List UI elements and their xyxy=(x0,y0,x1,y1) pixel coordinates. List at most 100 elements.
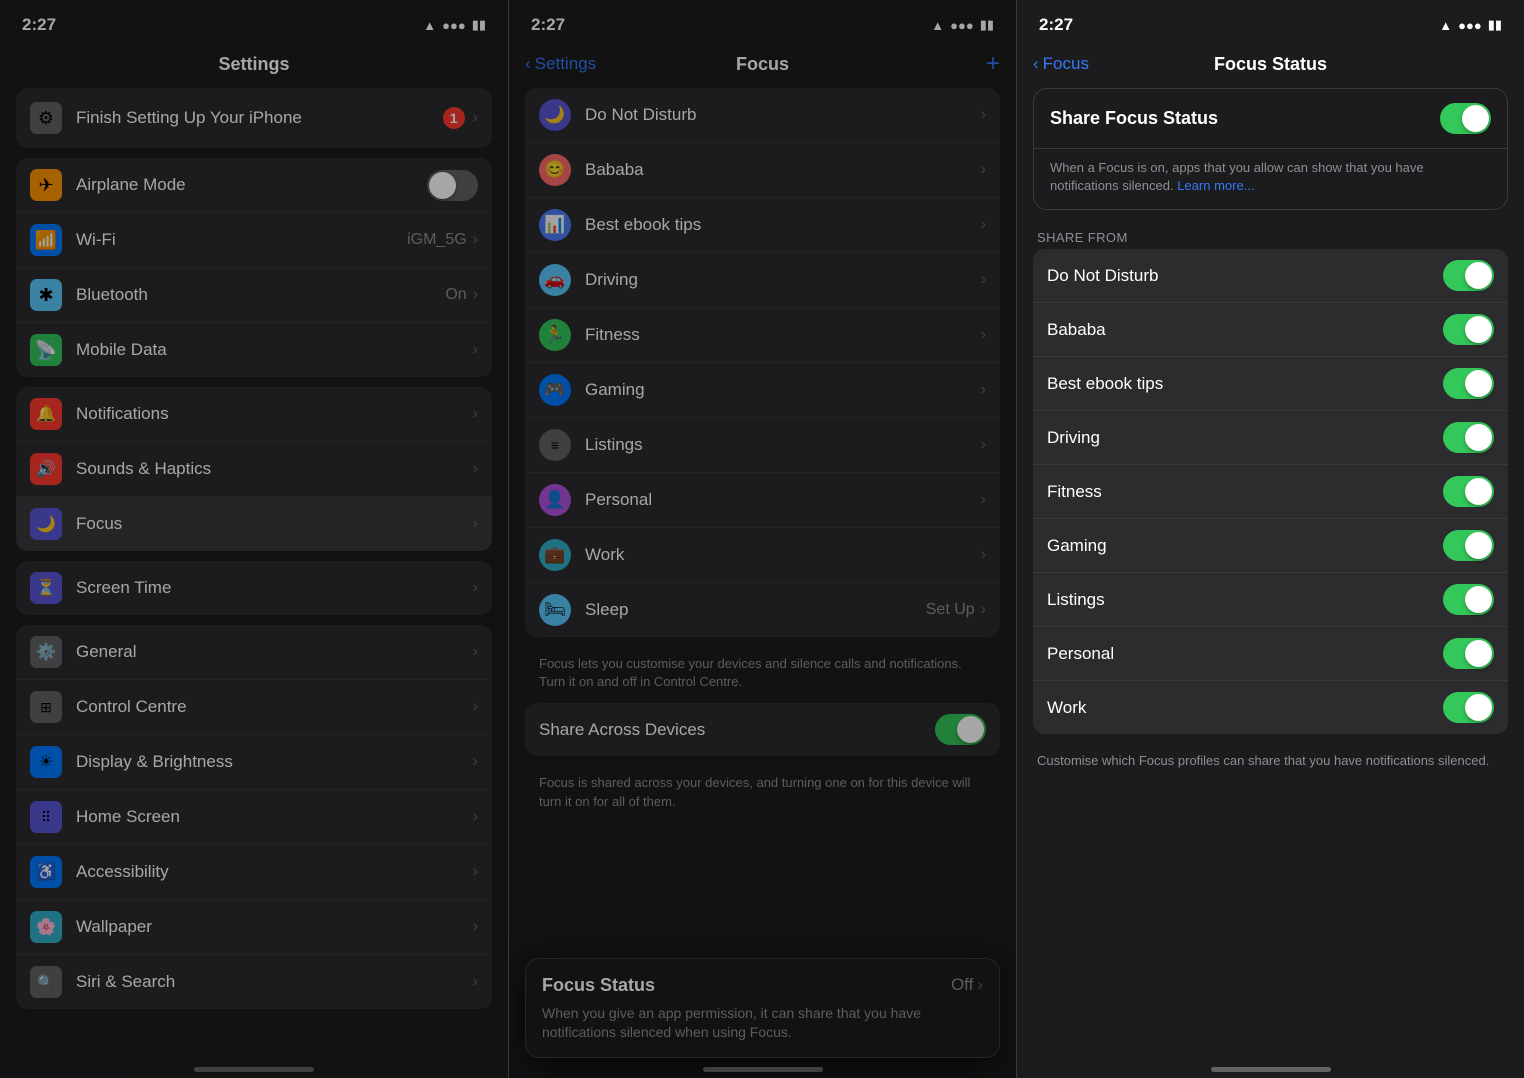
accessibility-chevron: › xyxy=(473,863,478,881)
homescreen-label: Home Screen xyxy=(76,807,473,827)
focus-listings-item[interactable]: ≡ Listings › xyxy=(525,418,1000,473)
screentime-icon: ⏳ xyxy=(30,572,62,604)
siri-item[interactable]: 🔍 Siri & Search › xyxy=(16,955,492,1009)
wallpaper-chevron: › xyxy=(473,918,478,936)
signal-icon-2: ●●● xyxy=(950,18,974,33)
focus-personal-item[interactable]: 👤 Personal › xyxy=(525,473,1000,528)
share-across-label: Share Across Devices xyxy=(539,720,935,740)
bluetooth-chevron: › xyxy=(473,286,478,304)
sf-driving[interactable]: Driving xyxy=(1033,411,1508,465)
accessibility-label: Accessibility xyxy=(76,862,473,882)
add-icon: + xyxy=(986,50,1000,77)
screentime-chevron: › xyxy=(473,579,478,597)
gaming-chevron: › xyxy=(981,381,986,399)
focus-donotdisturb-item[interactable]: 🌙 Do Not Disturb › xyxy=(525,88,1000,143)
learn-more-link[interactable]: Learn more... xyxy=(1177,178,1254,193)
sf-work-toggle[interactable] xyxy=(1443,692,1494,723)
focus-item[interactable]: 🌙 Focus › xyxy=(16,497,492,551)
bluetooth-value: On xyxy=(445,286,466,304)
finish-banner[interactable]: ⚙ Finish Setting Up Your iPhone 1 › xyxy=(16,88,492,148)
sf-personal-toggle[interactable] xyxy=(1443,638,1494,669)
mobiledata-icon: 📡 xyxy=(30,334,62,366)
work-chevron: › xyxy=(981,546,986,564)
sf-donotdisturb-toggle[interactable] xyxy=(1443,260,1494,291)
gaming-label: Gaming xyxy=(585,380,981,400)
sf-fitness-toggle[interactable] xyxy=(1443,476,1494,507)
wifi-item[interactable]: 📶 Wi-Fi iGM_5G › xyxy=(16,213,492,268)
focus-scroll[interactable]: 🌙 Do Not Disturb › 😊 Bababa › 📊 Best ebo… xyxy=(509,88,1016,1078)
focusstatus-nav: ‹ Focus Focus Status xyxy=(1017,44,1524,88)
back-label: Settings xyxy=(535,54,596,74)
sf-bababa[interactable]: Bababa xyxy=(1033,303,1508,357)
focus-driving-item[interactable]: 🚗 Driving › xyxy=(525,253,1000,308)
sf-driving-toggle[interactable] xyxy=(1443,422,1494,453)
bababa-icon: 😊 xyxy=(539,154,571,186)
focusstatus-back-button[interactable]: ‹ Focus xyxy=(1033,54,1089,74)
signal-icon-3: ●●● xyxy=(1458,18,1482,33)
notifications-chevron: › xyxy=(473,405,478,423)
sf-bababa-label: Bababa xyxy=(1047,320,1443,340)
sf-personal[interactable]: Personal xyxy=(1033,627,1508,681)
accessibility-item[interactable]: ♿ Accessibility › xyxy=(16,845,492,900)
focus-bestebook-item[interactable]: 📊 Best ebook tips › xyxy=(525,198,1000,253)
share-across-toggle[interactable] xyxy=(935,714,986,745)
focus-gaming-item[interactable]: 🎮 Gaming › xyxy=(525,363,1000,418)
focus-sleep-item[interactable]: 🛏 Sleep Set Up › xyxy=(525,583,1000,637)
status-bar-2: 2:27 ▲ ●●● ▮▮ xyxy=(509,0,1016,44)
driving-chevron: › xyxy=(981,271,986,289)
bestebook-chevron: › xyxy=(981,216,986,234)
notifications-item[interactable]: 🔔 Notifications › xyxy=(16,387,492,442)
sf-work[interactable]: Work xyxy=(1033,681,1508,734)
back-chevron-3: ‹ xyxy=(1033,54,1039,74)
work-label: Work xyxy=(585,545,981,565)
airplane-mode-item[interactable]: ✈ Airplane Mode xyxy=(16,158,492,213)
mobiledata-label: Mobile Data xyxy=(76,340,473,360)
sf-bestebook-toggle[interactable] xyxy=(1443,368,1494,399)
sf-bababa-toggle[interactable] xyxy=(1443,314,1494,345)
mobiledata-item[interactable]: 📡 Mobile Data › xyxy=(16,323,492,377)
focus-status-popup[interactable]: Focus Status Off › When you give an app … xyxy=(525,958,1000,1058)
sounds-icon: 🔊 xyxy=(30,453,62,485)
focus-nav: ‹ Settings Focus + xyxy=(509,44,1016,88)
popup-chevron: › xyxy=(977,975,983,995)
back-label-3: Focus xyxy=(1043,54,1089,74)
sleep-value: Set Up xyxy=(926,601,975,619)
status-time-3: 2:27 xyxy=(1039,15,1073,35)
sf-listings-toggle[interactable] xyxy=(1443,584,1494,615)
focus-fitness-item[interactable]: 🏃 Fitness › xyxy=(525,308,1000,363)
airplane-toggle[interactable] xyxy=(427,170,478,201)
wifi-label: Wi-Fi xyxy=(76,230,407,250)
general-item[interactable]: ⚙️ General › xyxy=(16,625,492,680)
controlcentre-item[interactable]: ⊞ Control Centre › xyxy=(16,680,492,735)
wifi-chevron: › xyxy=(473,231,478,249)
sf-gaming-toggle[interactable] xyxy=(1443,530,1494,561)
share-focus-main[interactable]: Share Focus Status xyxy=(1034,89,1507,149)
homescreen-item[interactable]: ⠿ Home Screen › xyxy=(16,790,492,845)
wallpaper-item[interactable]: 🌸 Wallpaper › xyxy=(16,900,492,955)
focus-work-item[interactable]: 💼 Work › xyxy=(525,528,1000,583)
sf-gaming[interactable]: Gaming xyxy=(1033,519,1508,573)
bluetooth-item[interactable]: ✱ Bluetooth On › xyxy=(16,268,492,323)
share-focus-toggle[interactable] xyxy=(1440,103,1491,134)
focus-back-button[interactable]: ‹ Settings xyxy=(525,54,596,74)
displaybrightness-icon: ☀ xyxy=(30,746,62,778)
focus-bababa-item[interactable]: 😊 Bababa › xyxy=(525,143,1000,198)
status-icons-3: ▲ ●●● ▮▮ xyxy=(1439,17,1502,33)
settings-scroll[interactable]: ⚙ Finish Setting Up Your iPhone 1 › ✈ Ai… xyxy=(0,88,508,1078)
screentime-item[interactable]: ⏳ Screen Time › xyxy=(16,561,492,615)
share-across-item[interactable]: Share Across Devices xyxy=(525,703,1000,756)
home-bar-3 xyxy=(1211,1067,1331,1072)
sf-listings[interactable]: Listings xyxy=(1033,573,1508,627)
focusstatus-scroll[interactable]: Share Focus Status When a Focus is on, a… xyxy=(1017,88,1524,1078)
focus-add-button[interactable]: + xyxy=(986,50,1000,78)
listings-icon: ≡ xyxy=(539,429,571,461)
sounds-item[interactable]: 🔊 Sounds & Haptics › xyxy=(16,442,492,497)
displaybrightness-item[interactable]: ☀ Display & Brightness › xyxy=(16,735,492,790)
sf-fitness[interactable]: Fitness xyxy=(1033,465,1508,519)
listings-label: Listings xyxy=(585,435,981,455)
sf-bestebook[interactable]: Best ebook tips xyxy=(1033,357,1508,411)
battery-icon: ▮▮ xyxy=(472,17,486,33)
sf-donotdisturb[interactable]: Do Not Disturb xyxy=(1033,249,1508,303)
wifi-icon-3: ▲ xyxy=(1439,18,1452,33)
general-chevron: › xyxy=(473,643,478,661)
